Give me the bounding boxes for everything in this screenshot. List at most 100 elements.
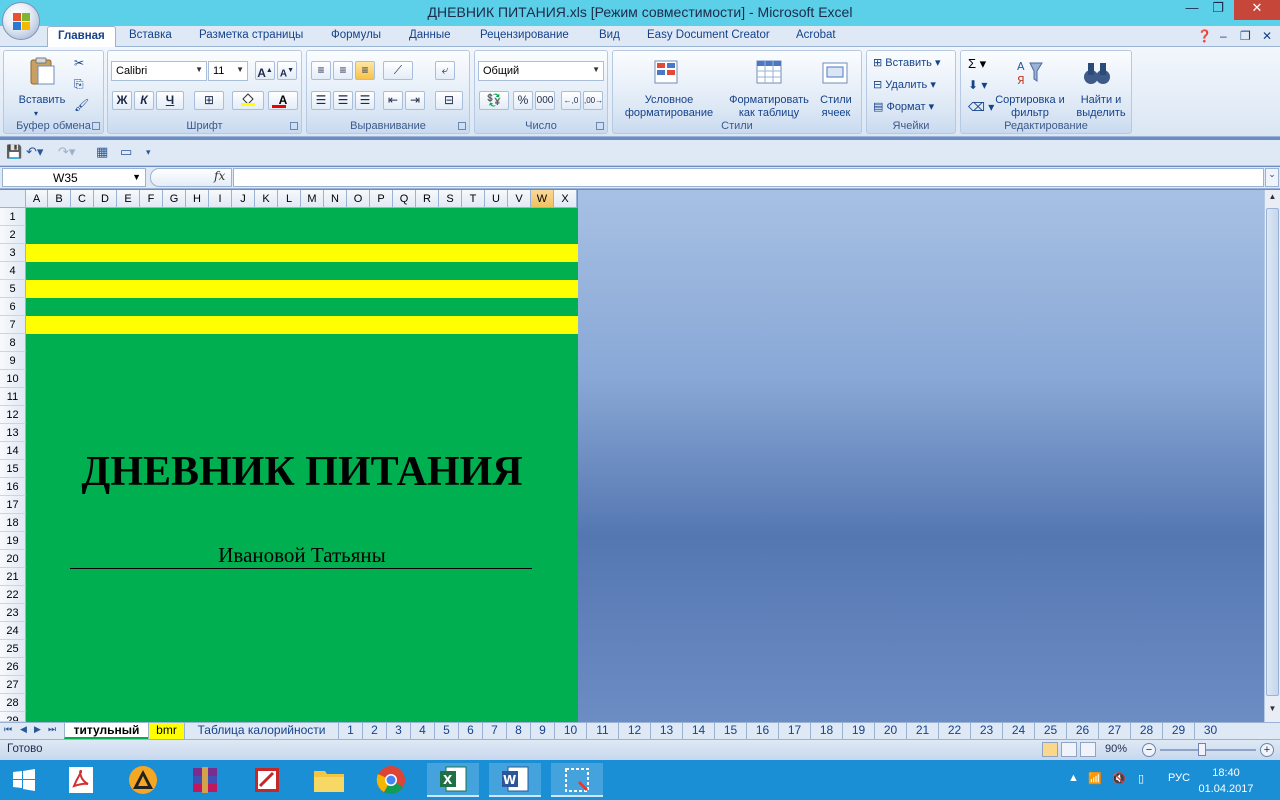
sheet-tab[interactable]: 11	[586, 723, 618, 739]
formula-input[interactable]	[233, 168, 1264, 187]
zoom-in-icon[interactable]: +	[1260, 743, 1274, 757]
align-center-icon[interactable]: ☰	[333, 91, 353, 110]
tab-insert[interactable]: Вставка	[129, 29, 172, 41]
sheet-tab[interactable]: 25	[1034, 723, 1066, 739]
row-header[interactable]: 12	[0, 406, 26, 424]
sheet-tab[interactable]: 13	[650, 723, 682, 739]
column-header[interactable]: F	[140, 190, 163, 208]
column-header[interactable]: N	[324, 190, 347, 208]
row-header[interactable]: 16	[0, 478, 26, 496]
tab-easy-document-creator[interactable]: Easy Document Creator	[647, 29, 770, 41]
print-preview-icon[interactable]: ▦	[96, 144, 108, 160]
save-icon[interactable]: 💾	[6, 144, 22, 160]
bold-button[interactable]: Ж	[112, 91, 132, 110]
sort-filter-button[interactable]: Сортировка и фильтр	[995, 94, 1065, 120]
font-launcher-icon[interactable]	[290, 122, 298, 130]
close-icon[interactable]: ✕	[1234, 0, 1280, 20]
thousands-button[interactable]: 000	[535, 91, 555, 110]
row-header[interactable]: 5	[0, 280, 26, 298]
row-header[interactable]: 27	[0, 676, 26, 694]
row-header[interactable]: 3	[0, 244, 26, 262]
word-taskbar-icon[interactable]: W	[489, 763, 541, 797]
last-sheet-icon[interactable]: ⏭	[48, 724, 56, 735]
battery-icon[interactable]: ▯	[1138, 772, 1144, 785]
network-icon[interactable]: 📶	[1088, 772, 1102, 785]
sheet-tab[interactable]: 4	[410, 723, 434, 739]
autosum-icon[interactable]: Σ ▾	[968, 57, 986, 70]
undo-icon[interactable]: ↶▾	[26, 144, 43, 160]
column-header[interactable]: I	[209, 190, 232, 208]
format-painter-icon[interactable]: 🖌	[74, 99, 89, 112]
column-header[interactable]: G	[163, 190, 186, 208]
snipping-tool-icon[interactable]	[551, 763, 603, 797]
clipboard-launcher-icon[interactable]	[92, 122, 100, 130]
row-header[interactable]: 9	[0, 352, 26, 370]
file-explorer-icon[interactable]	[303, 763, 355, 797]
excel-taskbar-icon[interactable]: X	[427, 763, 479, 797]
avast-icon[interactable]	[117, 763, 169, 797]
copy-icon[interactable]: ⎘	[74, 78, 84, 91]
sheet-tab[interactable]: 17	[778, 723, 810, 739]
column-header[interactable]: W	[531, 190, 554, 208]
winrar-icon[interactable]	[179, 763, 231, 797]
fill-color-button[interactable]	[232, 91, 264, 110]
cut-icon[interactable]: ✂	[74, 57, 84, 70]
column-header[interactable]: R	[416, 190, 439, 208]
row-header[interactable]: 17	[0, 496, 26, 514]
clear-icon[interactable]: ⌫ ▾	[968, 101, 994, 114]
office-button[interactable]	[2, 2, 40, 40]
column-header[interactable]: X	[554, 190, 577, 208]
format-cells-button[interactable]: ▤ Формат ▾	[873, 101, 934, 114]
column-header[interactable]: B	[48, 190, 71, 208]
insert-cells-button[interactable]: ⊞ Вставить ▾	[873, 57, 941, 70]
currency-format-icon[interactable]: 💱	[479, 91, 509, 110]
tray-overflow-icon[interactable]: ▲	[1068, 772, 1079, 784]
restore-icon[interactable]: ❐	[1206, 0, 1230, 20]
column-header[interactable]: O	[347, 190, 370, 208]
column-header[interactable]: U	[485, 190, 508, 208]
percent-button[interactable]: %	[513, 91, 533, 110]
align-left-icon[interactable]: ☰	[311, 91, 331, 110]
volume-icon[interactable]: 🔇	[1112, 772, 1126, 785]
tab-formulas[interactable]: Формулы	[331, 29, 381, 41]
cell-styles-button[interactable]: Стили ячеек	[813, 94, 859, 120]
paste-button[interactable]: Вставить	[16, 94, 68, 107]
column-header[interactable]: C	[71, 190, 94, 208]
sheet-tab[interactable]: 28	[1130, 723, 1162, 739]
sheet-tab[interactable]: 27	[1098, 723, 1130, 739]
borders-button[interactable]: ⊞	[194, 91, 224, 110]
orientation-icon[interactable]: ⟋	[383, 61, 413, 80]
column-header[interactable]: S	[439, 190, 462, 208]
clock[interactable]: 18:40 01.04.2017	[1196, 765, 1256, 797]
select-all-corner[interactable]	[0, 190, 26, 208]
workbook-close-icon[interactable]: ✕	[1262, 29, 1272, 43]
tab-review[interactable]: Рецензирование	[480, 29, 569, 41]
column-header[interactable]: A	[26, 190, 48, 208]
insert-function-icon[interactable]: fx	[214, 169, 225, 183]
first-sheet-icon[interactable]: ⏮	[4, 724, 12, 735]
row-header[interactable]: 1	[0, 208, 26, 226]
sheet-tab[interactable]: 14	[682, 723, 714, 739]
row-header[interactable]: 28	[0, 694, 26, 712]
column-header[interactable]: P	[370, 190, 393, 208]
customize-qat-icon[interactable]: ▾	[146, 147, 151, 158]
decrease-indent-icon[interactable]: ⇤	[383, 91, 403, 110]
column-header[interactable]: M	[301, 190, 324, 208]
column-header[interactable]: L	[278, 190, 301, 208]
redo-icon[interactable]: ↷▾	[58, 144, 75, 160]
expand-formula-icon[interactable]: ⌄	[1265, 168, 1279, 187]
row-header[interactable]: 22	[0, 586, 26, 604]
sheet-tab[interactable]: 16	[746, 723, 778, 739]
ribbon-minimize-icon[interactable]: –	[1220, 29, 1227, 43]
column-header[interactable]: Q	[393, 190, 416, 208]
minimize-icon[interactable]: —	[1180, 0, 1204, 20]
tab-view[interactable]: Вид	[599, 29, 620, 41]
format-as-table-button[interactable]: Форматировать как таблицу	[723, 94, 815, 120]
decrease-decimal-icon[interactable]: ,00→	[583, 91, 603, 110]
zoom-slider-thumb[interactable]	[1198, 743, 1206, 756]
column-header[interactable]: H	[186, 190, 209, 208]
name-box[interactable]: W35 ▼	[2, 168, 146, 187]
row-header[interactable]: 26	[0, 658, 26, 676]
row-header[interactable]: 25	[0, 640, 26, 658]
sheet-tab[interactable]: 7	[482, 723, 506, 739]
